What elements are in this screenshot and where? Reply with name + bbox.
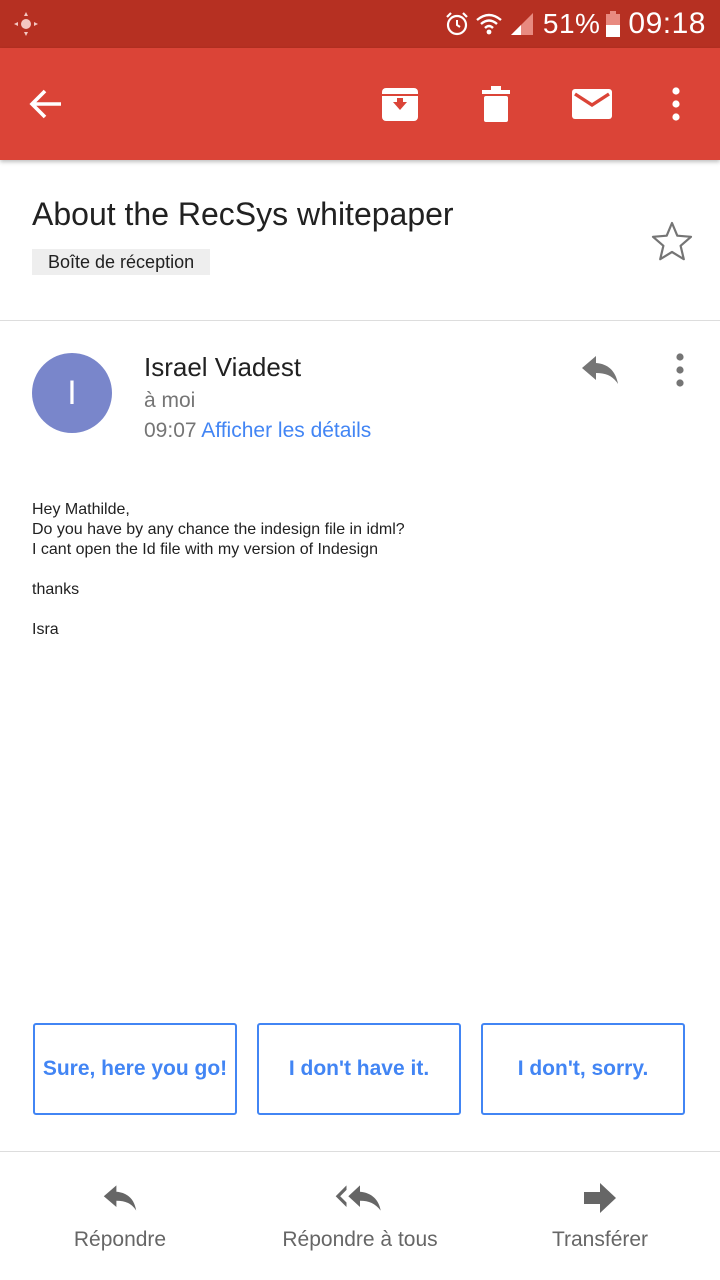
divider (0, 320, 720, 321)
star-icon[interactable] (648, 218, 696, 266)
battery-percent: 51% (542, 8, 601, 39)
received-time: 09:07 (144, 419, 197, 442)
show-details-link[interactable]: Afficher les détails (201, 419, 371, 442)
body-thanks: thanks (32, 581, 80, 598)
email-subject: About the RecSys whitepaper (32, 196, 454, 232)
email-body: Hey Mathilde, Do you have by any chance … (32, 500, 405, 640)
forward-label: Transférer (551, 1228, 649, 1251)
status-bar: 51% 09:18 (0, 0, 720, 48)
body-signature: Isra (32, 621, 59, 638)
body-greeting: Hey Mathilde, (32, 501, 130, 518)
smart-reply-button[interactable]: I don't, sorry. (481, 1023, 685, 1115)
back-arrow-icon[interactable] (19, 76, 75, 132)
body-line: Do you have by any chance the indesign f… (32, 521, 405, 538)
delete-icon[interactable] (468, 76, 524, 132)
more-vert-icon[interactable] (648, 76, 704, 132)
smart-reply-button[interactable]: Sure, here you go! (33, 1023, 237, 1115)
signal-icon (509, 11, 535, 37)
mark-unread-icon[interactable] (564, 76, 620, 132)
message-more-icon[interactable] (660, 348, 700, 392)
wifi-icon (475, 11, 503, 37)
reply-icon (0, 1180, 240, 1220)
forward-button[interactable]: Transférer (480, 1180, 720, 1270)
battery-icon (606, 11, 621, 37)
reply-all-icon (240, 1180, 480, 1220)
alarm-icon (445, 11, 469, 37)
time-row: 09:07 Afficher les détails (144, 419, 371, 443)
reply-button[interactable]: Répondre (0, 1180, 240, 1270)
forward-icon (480, 1180, 720, 1220)
archive-icon[interactable] (372, 76, 428, 132)
reply-label: Répondre (73, 1228, 167, 1251)
inbox-label[interactable]: Boîte de réception (32, 249, 211, 275)
recipient-text: à moi (144, 389, 196, 412)
reply-icon[interactable] (578, 350, 622, 390)
sender-avatar[interactable]: I (32, 353, 112, 433)
location-icon (12, 10, 40, 38)
app-bar (0, 48, 720, 160)
divider (0, 1151, 720, 1152)
smart-reply-button[interactable]: I don't have it. (257, 1023, 461, 1115)
reply-all-button[interactable]: Répondre à tous (240, 1180, 480, 1270)
body-line: I cant open the Id file with my version … (32, 541, 378, 558)
reply-all-label: Répondre à tous (282, 1228, 438, 1251)
clock: 09:18 (628, 7, 706, 40)
sender-name: Israel Viadest (144, 352, 302, 382)
